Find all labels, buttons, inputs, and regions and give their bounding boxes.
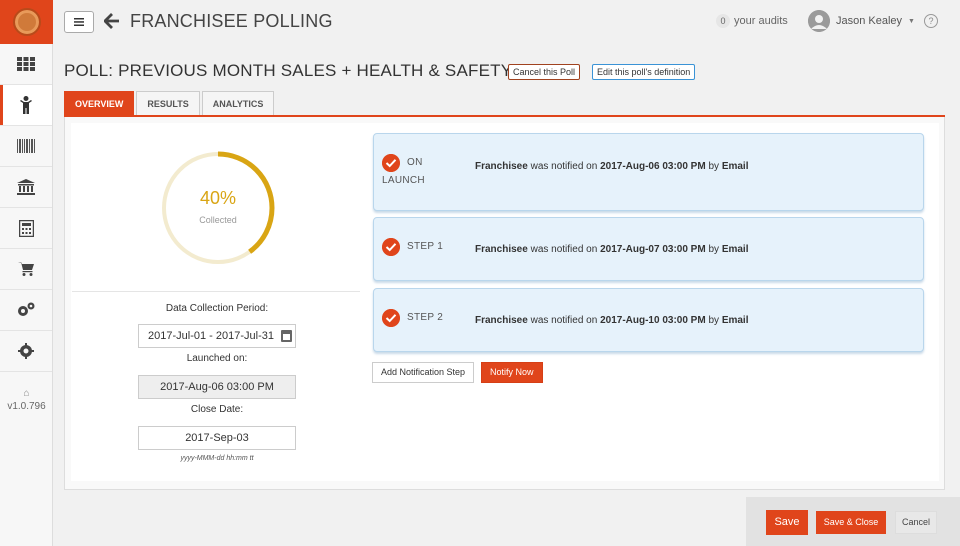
audits-link[interactable]: 0 your audits xyxy=(716,14,788,28)
sidebar: ⌂ v1.0.796 xyxy=(0,0,53,546)
step-by: by xyxy=(705,161,722,172)
save-close-button[interactable]: Save & Close xyxy=(816,511,886,534)
step-by: by xyxy=(705,244,722,255)
sidebar-item-settings-advanced[interactable] xyxy=(0,290,52,331)
step-datetime: 2017-Aug-06 03:00 PM xyxy=(600,161,706,172)
edit-poll-definition-button[interactable]: Edit this poll's definition xyxy=(592,64,696,80)
audits-label: your audits xyxy=(734,15,788,27)
step-recipient: Franchisee xyxy=(475,244,528,255)
tab-bar: OVERVIEW RESULTS ANALYTICS xyxy=(64,91,275,116)
divider xyxy=(72,291,360,292)
sidebar-item-franchisees[interactable] xyxy=(0,85,52,126)
launched-field: 2017-Aug-06 03:00 PM xyxy=(138,375,296,399)
tab-overview[interactable]: OVERVIEW xyxy=(64,91,135,116)
menu-toggle-button[interactable] xyxy=(64,11,94,33)
calendar-icon[interactable] xyxy=(281,330,292,342)
version-info: ⌂ v1.0.796 xyxy=(0,388,53,412)
step-text: was notified on xyxy=(527,315,601,326)
step-datetime: 2017-Aug-07 03:00 PM xyxy=(600,244,706,255)
step-name: STEP 2 xyxy=(407,312,444,323)
notification-step: ON LAUNCH Franchisee was notified on 201… xyxy=(373,133,924,211)
sidebar-item-cart[interactable] xyxy=(0,249,52,290)
poll-title: POLL: PREVIOUS MONTH SALES + HEALTH & SA… xyxy=(64,61,513,80)
step-name-line2: LAUNCH xyxy=(382,175,425,186)
check-circle-icon xyxy=(382,154,400,172)
sidebar-item-settings[interactable] xyxy=(0,331,52,372)
barcode-icon xyxy=(17,139,35,153)
check-circle-icon xyxy=(382,309,400,327)
sidebar-item-bank[interactable] xyxy=(0,167,52,208)
save-button[interactable]: Save xyxy=(766,510,808,535)
period-value: 2017-Jul-01 - 2017-Jul-31 xyxy=(148,330,274,342)
cancel-button[interactable]: Cancel xyxy=(895,511,937,534)
sidebar-item-barcodes[interactable] xyxy=(0,126,52,167)
home-icon: ⌂ xyxy=(23,388,30,399)
user-name: Jason Kealey xyxy=(836,15,903,27)
caret-down-icon: ▼ xyxy=(908,17,915,25)
avatar xyxy=(808,10,830,32)
period-field[interactable]: 2017-Jul-01 - 2017-Jul-31 xyxy=(138,324,296,348)
cancel-poll-button[interactable]: Cancel this Poll xyxy=(508,64,581,80)
step-name: STEP 1 xyxy=(407,241,444,252)
tab-analytics[interactable]: ANALYTICS xyxy=(201,91,275,116)
step-channel: Email xyxy=(721,161,749,172)
calculator-icon xyxy=(18,219,34,237)
sidebar-item-dashboard[interactable] xyxy=(0,44,52,85)
step-message: Franchisee was notified on 2017-Aug-07 0… xyxy=(475,244,749,255)
period-label: Data Collection Period: xyxy=(165,303,269,314)
step-message: Franchisee was notified on 2017-Aug-06 0… xyxy=(475,161,749,172)
step-recipient: Franchisee xyxy=(475,161,528,172)
step-text: was notified on xyxy=(527,244,601,255)
tab-results[interactable]: RESULTS xyxy=(136,91,200,116)
notification-step: STEP 2 Franchisee was notified on 2017-A… xyxy=(373,288,924,352)
gears-icon xyxy=(18,302,35,316)
person-icon xyxy=(20,96,32,114)
page-title: FRANCHISEE POLLING xyxy=(130,11,333,31)
user-menu[interactable]: Jason Kealey ▼ xyxy=(808,10,915,32)
step-text: was notified on xyxy=(527,161,601,172)
help-icon[interactable]: ? xyxy=(924,14,938,28)
cart-icon xyxy=(18,262,34,276)
step-message: Franchisee was notified on 2017-Aug-10 0… xyxy=(475,315,749,326)
audit-count-badge: 0 xyxy=(716,14,730,28)
app-logo[interactable] xyxy=(0,0,53,44)
sidebar-item-calculator[interactable] xyxy=(0,208,52,249)
notify-now-button[interactable]: Notify Now xyxy=(481,362,543,383)
close-date-label: Close Date: xyxy=(190,404,244,415)
progress-caption: Collected xyxy=(199,215,237,225)
bank-icon xyxy=(17,179,35,195)
notification-step: STEP 1 Franchisee was notified on 2017-A… xyxy=(373,217,924,281)
progress-percent: 40% xyxy=(199,188,237,208)
add-notification-step-button[interactable]: Add Notification Step xyxy=(372,362,475,383)
step-channel: Email xyxy=(721,315,749,326)
logo-icon xyxy=(12,8,41,36)
step-datetime: 2017-Aug-10 03:00 PM xyxy=(600,315,706,326)
date-format-hint: yyyy-MMM-dd hh:mm tt xyxy=(180,455,254,462)
launched-label: Launched on: xyxy=(186,353,248,364)
step-by: by xyxy=(705,315,722,326)
close-date-field[interactable]: 2017-Sep-03 xyxy=(138,426,296,450)
step-recipient: Franchisee xyxy=(475,315,528,326)
gear-icon xyxy=(18,343,34,359)
top-header: FRANCHISEE POLLING 0 your audits Jason K… xyxy=(54,0,960,44)
check-circle-icon xyxy=(382,238,400,256)
hamburger-icon xyxy=(74,18,84,26)
step-name: ON xyxy=(407,157,423,168)
version-label: v1.0.796 xyxy=(7,401,46,412)
step-channel: Email xyxy=(721,244,749,255)
back-arrow-icon xyxy=(103,13,119,29)
grid-icon xyxy=(17,57,35,71)
back-button[interactable] xyxy=(103,10,120,37)
